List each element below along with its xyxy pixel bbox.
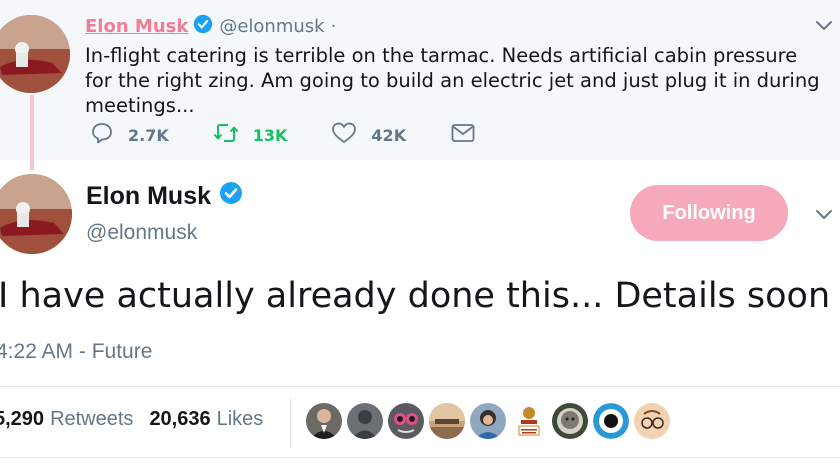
verified-icon bbox=[193, 14, 213, 39]
parent-tweet[interactable]: Elon Musk @elonmusk · In-flight catering… bbox=[0, 0, 840, 170]
liker-avatars bbox=[306, 403, 675, 439]
verified-icon bbox=[219, 181, 243, 212]
message-button[interactable] bbox=[450, 122, 476, 148]
reply-count: 2.7K bbox=[128, 125, 169, 145]
likes-stat[interactable]: 20,636 Likes bbox=[149, 408, 263, 431]
author-name[interactable]: Elon Musk bbox=[85, 16, 188, 37]
like-count: 42K bbox=[371, 125, 407, 145]
liker-avatar[interactable] bbox=[388, 403, 424, 439]
tweet-timestamp[interactable]: 4:22 AM - Future bbox=[0, 340, 152, 364]
divider bbox=[290, 398, 291, 448]
likes-label: Likes bbox=[216, 408, 264, 430]
thread-line bbox=[30, 95, 34, 170]
liker-avatar[interactable] bbox=[511, 403, 547, 439]
retweet-icon bbox=[213, 122, 239, 148]
reply-icon bbox=[90, 121, 114, 149]
tweet-actions: 2.7K 13K 42K bbox=[90, 121, 520, 149]
tweet-text: I have actually already done this... Det… bbox=[0, 276, 831, 316]
liker-avatar[interactable] bbox=[306, 403, 342, 439]
author-handle[interactable]: @elonmusk bbox=[219, 16, 324, 37]
retweet-count: 13K bbox=[252, 125, 288, 145]
divider bbox=[0, 457, 840, 458]
retweets-label: Retweets bbox=[50, 408, 134, 430]
like-button[interactable]: 42K bbox=[331, 121, 406, 149]
retweets-count: 5,290 bbox=[0, 408, 45, 430]
header-separator: · bbox=[330, 16, 337, 37]
reply-button[interactable]: 2.7K bbox=[90, 121, 169, 149]
avatar[interactable] bbox=[0, 174, 72, 254]
tweet-text: In-flight catering is terrible on the ta… bbox=[85, 44, 820, 117]
parent-tweet-header: Elon Musk @elonmusk · bbox=[85, 14, 336, 39]
liker-avatar[interactable] bbox=[470, 403, 506, 439]
avatar[interactable] bbox=[0, 15, 70, 93]
divider bbox=[0, 386, 840, 387]
likes-count: 20,636 bbox=[149, 408, 211, 430]
retweets-stat[interactable]: 5,290Retweets bbox=[0, 408, 133, 431]
chevron-down-icon[interactable] bbox=[814, 207, 834, 226]
liker-avatar[interactable] bbox=[552, 403, 588, 439]
chevron-down-icon[interactable] bbox=[814, 18, 834, 37]
tweet-stats: 5,290Retweets 20,636Likes bbox=[0, 408, 279, 431]
author-name[interactable]: Elon Musk bbox=[86, 182, 211, 211]
liker-avatar[interactable] bbox=[429, 403, 465, 439]
author-name-row: Elon Musk bbox=[86, 181, 243, 212]
liker-avatar[interactable] bbox=[634, 403, 670, 439]
retweet-button[interactable]: 13K bbox=[213, 122, 288, 148]
liker-avatar[interactable] bbox=[593, 403, 629, 439]
author-handle[interactable]: @elonmusk bbox=[86, 221, 197, 245]
message-icon bbox=[450, 122, 476, 148]
following-button[interactable]: Following bbox=[630, 185, 788, 241]
like-icon bbox=[331, 121, 357, 149]
liker-avatar[interactable] bbox=[347, 403, 383, 439]
